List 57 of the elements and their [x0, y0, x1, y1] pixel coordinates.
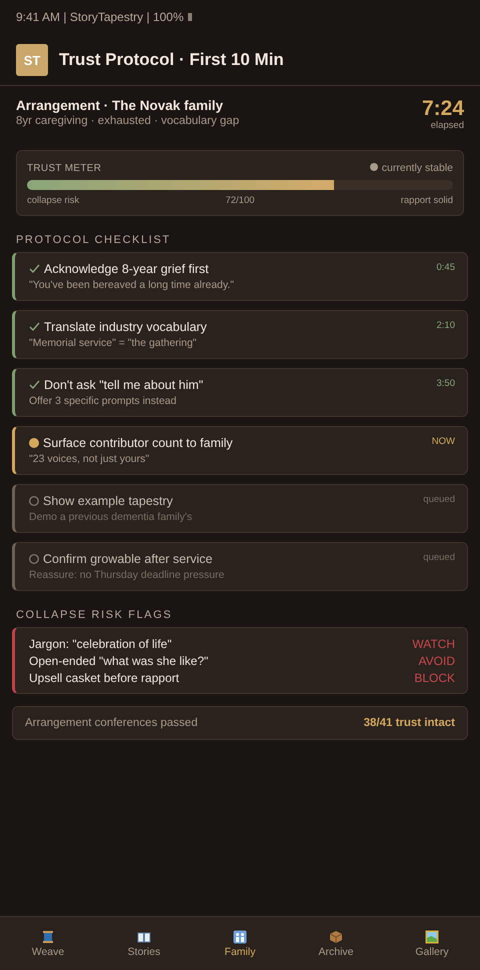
checklist-title: Don't ask "tell me about him": [44, 378, 204, 392]
flag-label: Open-ended "what was she like?": [29, 654, 208, 668]
battery-icon: [188, 12, 192, 20]
family-subtitle: 8yr caregiving · exhausted · vocabulary gap: [16, 115, 240, 127]
nav-tab[interactable]: Gallery: [384, 917, 480, 970]
checklist-time: 3:50: [436, 378, 455, 391]
checklist-title: Confirm growable after service: [43, 552, 213, 566]
checklist-time: queued: [423, 494, 455, 507]
family-icon: [233, 930, 247, 944]
checklist-title: Translate industry vocabulary: [44, 320, 207, 334]
nav-tab[interactable]: Weave: [0, 917, 96, 970]
check-icon: [29, 380, 40, 390]
framed-picture-icon: [425, 930, 439, 944]
section-title: PROTOCOL CHECKLIST: [15, 233, 172, 248]
nav-tab[interactable]: Family: [192, 917, 288, 970]
section-title: COLLAPSE RISK FLAGS: [15, 608, 174, 623]
meter-status: currently stable: [370, 162, 453, 174]
checklist-title: Acknowledge 8-year grief first: [44, 262, 209, 276]
flag-action: BLOCK: [414, 671, 455, 685]
spool-icon: [41, 930, 55, 944]
checklist-title: Surface contributor count to family: [43, 436, 233, 450]
nav-tab[interactable]: Stories: [96, 917, 192, 970]
elapsed-timer: 7:24: [422, 98, 464, 120]
checklist-detail: Offer 3 specific prompts instead: [29, 395, 178, 407]
circle-icon: [29, 496, 39, 506]
checklist-time: NOW: [432, 436, 455, 449]
page-title: Trust Protocol · First 10 Min: [59, 50, 284, 70]
checklist-detail: Reassure: no Thursday deadline pressure: [29, 569, 224, 581]
book-icon: [137, 930, 151, 944]
summary-label: Arrangement conferences passed: [25, 717, 198, 729]
checklist-time: 2:10: [436, 320, 455, 333]
family-title: Arrangement · The Novak family: [16, 98, 224, 113]
timer-label: elapsed: [430, 120, 464, 131]
nav-tab[interactable]: Archive: [288, 917, 384, 970]
box-icon: [329, 930, 343, 944]
summary-value: 38/41 trust intact: [364, 717, 455, 729]
meter-title: TRUST METER: [27, 162, 102, 174]
meter-right-label: rapport solid: [400, 195, 453, 206]
checklist-detail: Demo a previous dementia family's: [29, 511, 192, 523]
app-logo: ST: [16, 44, 48, 76]
meter-reading: 72/100: [225, 195, 255, 206]
flag-label: Jargon: "celebration of life": [29, 637, 172, 651]
checklist-detail: "Memorial service" = "the gathering": [29, 337, 198, 349]
circle-icon: [29, 554, 39, 564]
flag-action: AVOID: [418, 654, 455, 668]
flag-label: Upsell casket before rapport: [29, 671, 180, 685]
flag-action: WATCH: [412, 637, 455, 651]
checklist-time: 0:45: [436, 262, 455, 275]
meter-left-label: collapse risk: [27, 195, 80, 206]
dot-icon: [29, 438, 39, 448]
check-icon: [29, 322, 40, 332]
checklist-detail: "23 voices, not just yours": [29, 453, 150, 465]
checklist-detail: "You've been bereaved a long time already.": [29, 279, 234, 291]
check-icon: [29, 264, 40, 274]
checklist-title: Show example tapestry: [43, 494, 173, 508]
status-text: 9:41 AM | StoryTapestry | 100%: [16, 10, 184, 24]
checklist-time: queued: [423, 552, 455, 565]
